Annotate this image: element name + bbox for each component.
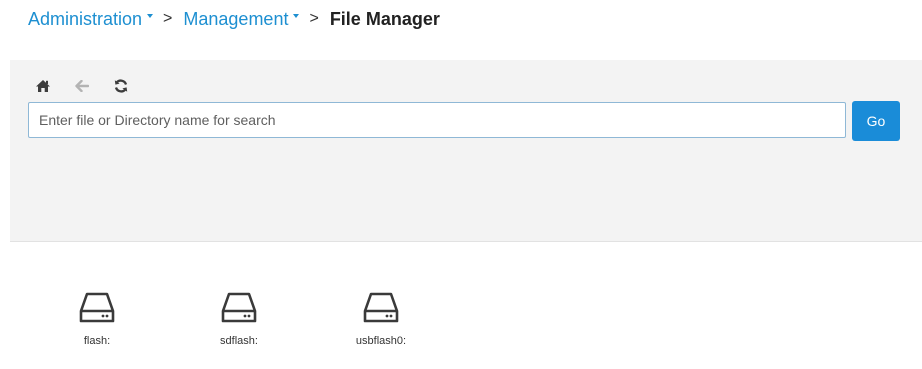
breadcrumb-administration[interactable]: Administration bbox=[28, 8, 154, 30]
drive-sdflash[interactable]: sdflash: bbox=[199, 290, 279, 347]
caret-down-icon bbox=[293, 14, 300, 18]
search-input[interactable] bbox=[28, 102, 846, 138]
breadcrumb-current-page: File Manager bbox=[329, 8, 440, 29]
breadcrumb-separator: > bbox=[309, 10, 319, 27]
drive-usbflash0[interactable]: usbflash0: bbox=[341, 290, 421, 347]
navigation-toolbar bbox=[34, 77, 151, 95]
caret-down-icon bbox=[147, 14, 154, 18]
hard-drive-icon bbox=[79, 292, 115, 323]
breadcrumb-separator: > bbox=[163, 10, 173, 27]
drive-label: flash: bbox=[83, 335, 111, 347]
back-arrow-icon[interactable] bbox=[73, 77, 91, 95]
go-button[interactable]: Go bbox=[852, 101, 900, 141]
breadcrumb-management[interactable]: Management bbox=[183, 8, 300, 30]
breadcrumb-management-label: Management bbox=[183, 8, 289, 29]
drive-flash[interactable]: flash: bbox=[57, 290, 137, 347]
home-icon[interactable] bbox=[34, 77, 52, 95]
breadcrumb-administration-label: Administration bbox=[28, 8, 143, 29]
drive-label: sdflash: bbox=[220, 335, 258, 347]
hard-drive-icon bbox=[221, 292, 257, 323]
refresh-icon[interactable] bbox=[112, 77, 130, 95]
drive-label: usbflash0: bbox=[355, 335, 407, 347]
hard-drive-icon bbox=[363, 292, 399, 323]
breadcrumb: Administration > Management > File Manag… bbox=[28, 7, 440, 31]
